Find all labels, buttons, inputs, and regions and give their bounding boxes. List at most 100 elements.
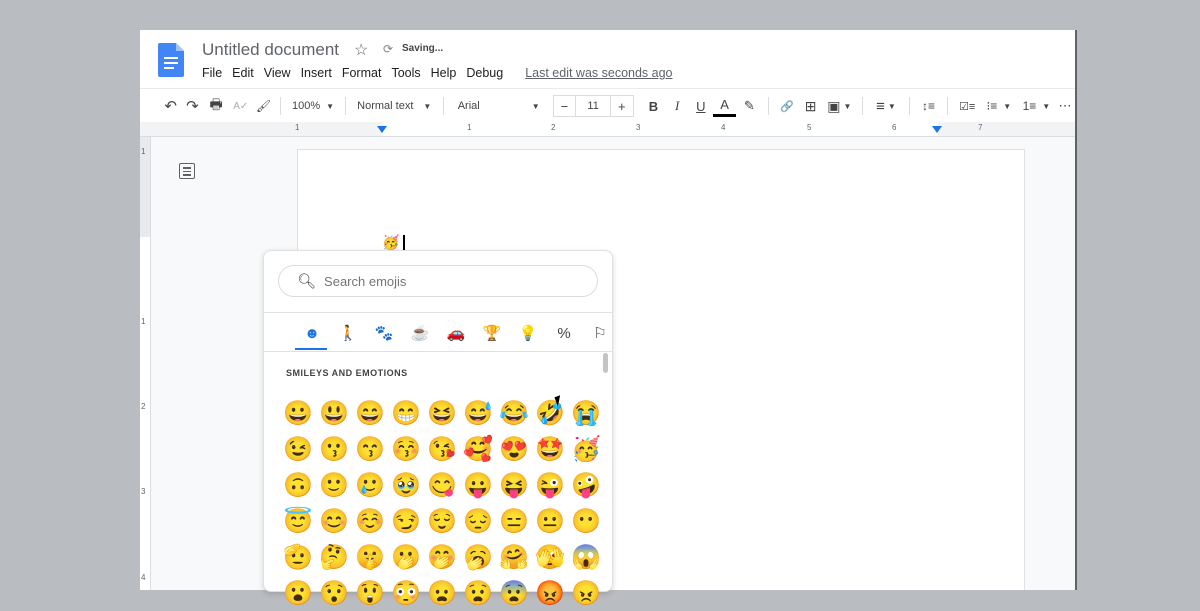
emoji-search-box[interactable]: 🔍︎ [278,265,598,297]
emoji-item[interactable]: 😛 [460,467,496,503]
line-spacing-icon[interactable]: ↕≡ [916,94,942,118]
document-title[interactable]: Untitled document [202,40,339,60]
vertical-ruler[interactable]: 1 1 2 3 4 [140,137,151,590]
category-tab-food[interactable]: ☕ [402,321,438,345]
emoji-item[interactable]: 😶 [568,503,604,539]
emoji-item[interactable]: 😦 [424,575,460,611]
category-tab-travel[interactable]: 🚗 [438,321,474,345]
emoji-item[interactable]: 😔 [460,503,496,539]
paint-format-icon[interactable]: 🖌 [253,94,275,118]
emoji-item[interactable]: 🫡 [280,539,316,575]
emoji-item[interactable]: 🤔 [316,539,352,575]
last-edit-link[interactable]: Last edit was seconds ago [525,66,672,80]
left-indent-marker[interactable] [377,126,387,133]
increase-font-size-button[interactable]: + [609,95,634,117]
emoji-item[interactable]: 🙂 [316,467,352,503]
spellcheck-icon[interactable]: A✓ [229,94,253,118]
font-select[interactable]: Arial ▼ [450,94,553,118]
emoji-item[interactable]: 😯 [316,575,352,611]
menu-insert[interactable]: Insert [301,66,332,80]
category-tab-people[interactable]: 🚶 [330,321,366,345]
emoji-item[interactable]: 😀 [280,395,316,431]
emoji-item[interactable]: 🤩 [532,431,568,467]
emoji-item[interactable]: 😍 [496,431,532,467]
star-icon[interactable]: ☆ [354,40,368,60]
emoji-item[interactable]: 😗 [316,431,352,467]
horizontal-ruler[interactable]: 1 1 2 3 4 5 6 7 [140,122,1075,137]
menu-format[interactable]: Format [342,66,382,80]
menu-edit[interactable]: Edit [232,66,254,80]
category-tab-activities[interactable]: 🏆 [474,321,510,345]
emoji-item[interactable]: 🤭 [424,539,460,575]
emoji-item[interactable]: 🥰 [460,431,496,467]
more-options-icon[interactable]: ⋯ [1055,94,1075,118]
emoji-item[interactable]: 😊 [316,503,352,539]
emoji-item[interactable]: 😨 [496,575,532,611]
category-tab-objects[interactable]: 💡 [510,321,546,345]
link-icon[interactable]: 🔗 [775,94,799,118]
menu-tools[interactable]: Tools [391,66,420,80]
emoji-item[interactable]: 🫣 [532,539,568,575]
emoji-item[interactable]: 😲 [352,575,388,611]
align-icon[interactable]: ≡ ▼ [869,94,903,118]
print-icon[interactable]: 🖶 [203,94,229,118]
zoom-select[interactable]: 100% ▼ [287,94,338,118]
menu-debug[interactable]: Debug [466,66,503,80]
emoji-item[interactable]: 😑 [496,503,532,539]
emoji-item[interactable]: 🥳 [568,431,604,467]
emoji-item[interactable]: 😁 [388,395,424,431]
emoji-item[interactable]: 😡 [532,575,568,611]
emoji-item[interactable]: 🥱 [460,539,496,575]
emoji-item[interactable]: 😐 [532,503,568,539]
category-tab-animals[interactable]: 🐾 [366,321,402,345]
emoji-item[interactable]: 🫢 [388,539,424,575]
category-tab-smileys[interactable]: ☻ [294,321,330,350]
category-tab-flags[interactable]: ⚐ [582,321,618,345]
decrease-font-size-button[interactable]: − [552,95,577,117]
font-size-input[interactable]: 11 [576,95,610,117]
italic-button[interactable]: I [665,94,689,118]
emoji-item[interactable]: 😳 [388,575,424,611]
emoji-item[interactable]: 😜 [532,467,568,503]
emoji-item[interactable]: 😌 [424,503,460,539]
emoji-item[interactable]: 😄 [352,395,388,431]
emoji-item[interactable]: 😇 [280,503,316,539]
document-outline-icon[interactable] [179,163,195,179]
google-docs-logo-icon[interactable] [158,43,184,77]
emoji-item[interactable]: 😅 [460,395,496,431]
underline-button[interactable]: U [689,94,713,118]
redo-icon[interactable]: ↷ [182,94,204,118]
emoji-item[interactable]: 😆 [424,395,460,431]
emoji-item[interactable]: 😭 [568,395,604,431]
emoji-item[interactable]: 🤗 [496,539,532,575]
category-tab-symbols[interactable]: % [546,321,582,345]
emoji-item[interactable]: 😱 [568,539,604,575]
emoji-item[interactable]: 😮 [280,575,316,611]
numbered-list-icon[interactable]: 1≡ ▼ [1018,94,1056,118]
emoji-item[interactable]: 🤫 [352,539,388,575]
emoji-item[interactable]: 🥹 [388,467,424,503]
emoji-item[interactable]: 😝 [496,467,532,503]
emoji-item[interactable]: 😚 [388,431,424,467]
emoji-item[interactable]: 😋 [424,467,460,503]
emoji-item[interactable]: 😏 [388,503,424,539]
emoji-item[interactable]: 😂 [496,395,532,431]
menu-view[interactable]: View [264,66,291,80]
emoji-item[interactable]: 🤣 [532,395,568,431]
highlight-icon[interactable]: ✎ [736,94,762,118]
emoji-item[interactable]: 😠 [568,575,604,611]
image-icon[interactable]: ▣ ▼ [823,94,857,118]
menu-help[interactable]: Help [431,66,457,80]
emoji-search-input[interactable] [322,272,567,290]
right-indent-marker[interactable] [932,126,942,133]
menu-file[interactable]: File [202,66,222,80]
checklist-icon[interactable]: ☑≡ [954,94,980,118]
emoji-item[interactable]: 😃 [316,395,352,431]
undo-icon[interactable]: ↶ [160,94,182,118]
emoji-item[interactable]: 😉 [280,431,316,467]
bold-button[interactable]: B [642,94,666,118]
emoji-item[interactable]: ☺️ [352,503,388,539]
text-color-button[interactable]: A [712,96,737,117]
bulleted-list-icon[interactable]: ⁝≡ ▼ [980,94,1018,118]
comment-icon[interactable]: ⊞ [799,94,823,118]
